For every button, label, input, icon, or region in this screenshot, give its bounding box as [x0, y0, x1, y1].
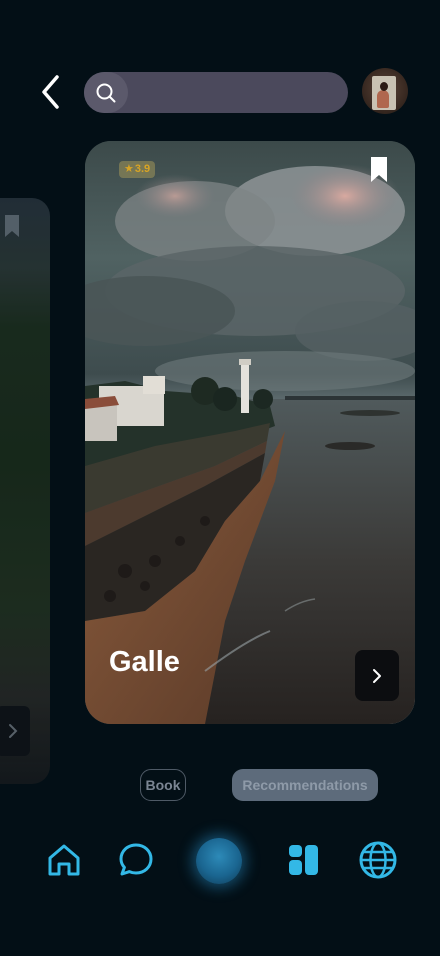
dashboard-icon [289, 845, 318, 875]
nav-explore[interactable] [354, 836, 402, 884]
bookmark-icon[interactable] [369, 156, 389, 183]
previous-card-next-button[interactable] [0, 706, 30, 756]
search-input[interactable] [134, 72, 338, 115]
assistant-orb-button[interactable] [196, 838, 242, 884]
home-icon [48, 844, 80, 876]
globe-icon [359, 841, 397, 879]
chevron-left-icon [42, 75, 59, 109]
search-icon [96, 83, 116, 102]
nav-dashboard[interactable] [279, 836, 327, 884]
search-button[interactable] [84, 72, 128, 113]
nav-home[interactable] [40, 836, 88, 884]
bookmark-icon[interactable] [3, 214, 21, 238]
book-button[interactable]: Book [140, 769, 186, 801]
rating-value: 3.9 [134, 163, 151, 175]
recommendations-button[interactable]: Recommendations [232, 769, 378, 801]
back-button[interactable] [34, 70, 66, 114]
previous-destination-card[interactable] [0, 198, 50, 784]
destination-title: Galle [109, 646, 180, 678]
chevron-right-icon [373, 668, 381, 683]
destination-photo [85, 141, 415, 724]
chat-icon [119, 843, 153, 876]
nav-chat[interactable] [112, 836, 160, 884]
rating-badge: ★ 3.9 [119, 161, 156, 178]
search-bar[interactable] [84, 72, 348, 115]
star-icon: ★ [124, 163, 134, 175]
destination-card[interactable]: ★ 3.9 Galle [85, 141, 415, 724]
next-button[interactable] [355, 650, 399, 701]
chevron-right-icon [9, 724, 18, 738]
avatar[interactable] [362, 68, 408, 114]
